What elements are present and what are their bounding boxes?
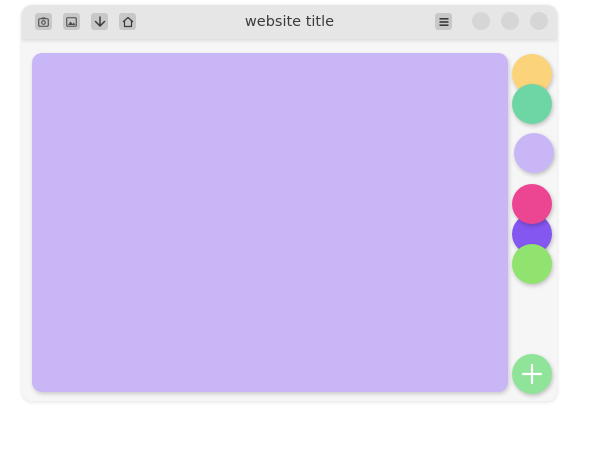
content-panel xyxy=(32,53,508,392)
window-control-maximize[interactable] xyxy=(501,12,519,30)
plus-icon xyxy=(521,363,543,385)
menu-icon xyxy=(439,17,448,26)
menu-button[interactable] xyxy=(435,13,452,30)
color-circle-teal[interactable] xyxy=(512,84,552,124)
color-circle-lavender[interactable] xyxy=(514,133,554,173)
window-control-close[interactable] xyxy=(530,12,548,30)
title-bar: website title xyxy=(22,5,557,39)
window-control-minimize[interactable] xyxy=(472,12,490,30)
color-circle-pink[interactable] xyxy=(512,184,552,224)
color-circle-green[interactable] xyxy=(512,244,552,284)
add-button[interactable] xyxy=(512,354,552,394)
